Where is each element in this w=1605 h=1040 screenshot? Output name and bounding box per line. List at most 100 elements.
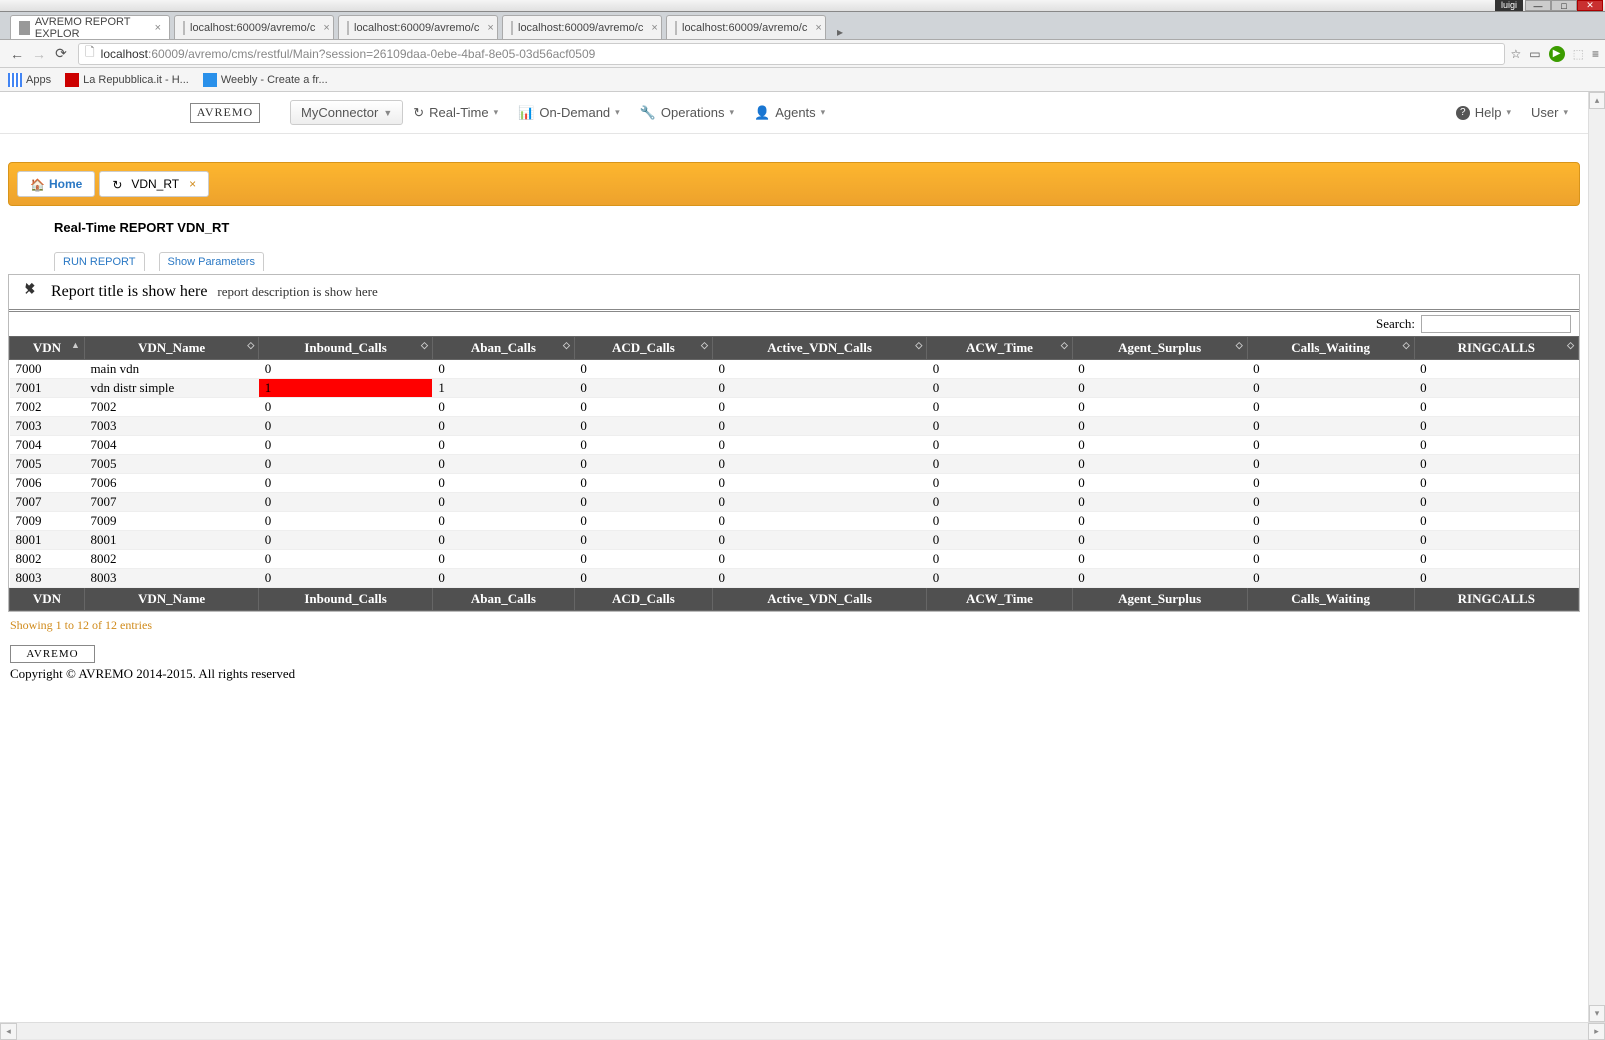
tab-close-icon[interactable]: × [323, 22, 329, 34]
favicon-icon [347, 21, 349, 35]
table-row[interactable]: 7009700900000000 [10, 512, 1579, 531]
wrench-icon: 🔧 [640, 105, 656, 121]
col-header[interactable]: Active_VDN_Calls◇ [712, 337, 926, 360]
table-cell: 0 [259, 512, 433, 531]
col-header[interactable]: ACD_Calls◇ [574, 337, 712, 360]
scroll-right-icon[interactable]: ▸ [1588, 1023, 1605, 1040]
table-cell: 0 [1247, 455, 1414, 474]
table-row[interactable]: 7003700300000000 [10, 417, 1579, 436]
cast-icon[interactable]: ▭ [1529, 47, 1540, 61]
table-cell: 7001 [10, 379, 85, 398]
browser-tab-title: localhost:60009/avremo/c [518, 22, 643, 34]
scroll-down-icon[interactable]: ▾ [1589, 1005, 1605, 1022]
tab-close-icon[interactable]: × [487, 22, 493, 34]
browser-tab[interactable]: AVREMO REPORT EXPLOR × [10, 15, 170, 39]
table-cell: 7005 [10, 455, 85, 474]
table-cell: 7004 [10, 436, 85, 455]
page-icon: 🗋 [85, 43, 95, 64]
back-button[interactable]: ← [6, 43, 28, 65]
table-cell: 0 [1247, 512, 1414, 531]
new-tab-button[interactable]: ▸ [830, 25, 850, 39]
scroll-left-icon[interactable]: ◂ [0, 1023, 17, 1040]
tab-close-icon[interactable]: × [155, 22, 161, 34]
tab-home[interactable]: 🏠 Home [17, 171, 95, 197]
table-row[interactable]: 7004700400000000 [10, 436, 1579, 455]
browser-tab[interactable]: localhost:60009/avremo/c × [338, 15, 498, 39]
reload-button[interactable]: ⟳ [50, 43, 72, 65]
menu-agents[interactable]: 👤 Agents ▾ [744, 101, 835, 125]
table-row[interactable]: 8001800100000000 [10, 531, 1579, 550]
forward-button[interactable]: → [28, 43, 50, 65]
table-row[interactable]: 8002800200000000 [10, 550, 1579, 569]
col-header[interactable]: Aban_Calls◇ [432, 337, 574, 360]
show-parameters-button[interactable]: Show Parameters [159, 252, 264, 271]
table-cell: 0 [927, 474, 1073, 493]
window-maximize-button[interactable]: □ [1551, 0, 1577, 11]
tab-close-icon[interactable]: × [815, 22, 821, 34]
table-cell: 0 [574, 398, 712, 417]
iefix-icon[interactable]: ▶ [1549, 46, 1565, 62]
run-report-button[interactable]: RUN REPORT [54, 252, 145, 271]
table-cell: 0 [432, 417, 574, 436]
extension-icon[interactable]: ⬚ [1573, 47, 1584, 61]
col-footer: Inbound_Calls [259, 588, 433, 611]
table-row[interactable]: 7001vdn distr simple11000000 [10, 379, 1579, 398]
browser-tab[interactable]: localhost:60009/avremo/c × [174, 15, 334, 39]
tab-close-icon[interactable]: × [189, 177, 196, 191]
horizontal-scrollbar[interactable]: ◂ ▸ [0, 1022, 1605, 1039]
col-footer: VDN [10, 588, 85, 611]
table-row[interactable]: 7007700700000000 [10, 493, 1579, 512]
menu-icon[interactable]: ≡ [1592, 47, 1599, 61]
table-cell: 0 [1072, 398, 1247, 417]
table-cell: 7004 [84, 436, 258, 455]
browser-tab[interactable]: localhost:60009/avremo/c × [502, 15, 662, 39]
table-cell: 0 [712, 569, 926, 588]
table-cell: 0 [574, 455, 712, 474]
col-header[interactable]: VDN_Name◇ [84, 337, 258, 360]
bookmark-repubblica[interactable]: La Repubblica.it - H... [65, 73, 189, 87]
table-cell: 0 [927, 569, 1073, 588]
table-cell: 0 [927, 360, 1073, 379]
favicon-icon [183, 21, 185, 35]
search-input[interactable] [1421, 315, 1571, 333]
tab-vdn-rt[interactable]: ↻ VDN_RT × [99, 171, 209, 197]
window-minimize-button[interactable]: — [1525, 0, 1551, 11]
table-row[interactable]: 7005700500000000 [10, 455, 1579, 474]
vertical-scrollbar[interactable]: ▴ ▾ [1588, 92, 1605, 1022]
sort-icon: ◇ [1061, 340, 1068, 351]
table-row[interactable]: 7002700200000000 [10, 398, 1579, 417]
connector-dropdown[interactable]: MyConnector▼ [290, 100, 403, 125]
table-cell: 0 [1072, 360, 1247, 379]
table-cell: 0 [432, 569, 574, 588]
address-bar[interactable]: 🗋 localhost:60009/avremo/cms/restful/Mai… [78, 43, 1505, 65]
table-cell: 0 [927, 398, 1073, 417]
scroll-up-icon[interactable]: ▴ [1589, 92, 1605, 109]
window-close-button[interactable]: ✕ [1577, 0, 1603, 11]
footer-logo: AVREMO [10, 645, 95, 663]
sort-icon: ◇ [421, 340, 428, 351]
bookmark-apps[interactable]: Apps [8, 73, 51, 87]
bookmark-weebly[interactable]: Weebly - Create a fr... [203, 73, 328, 87]
table-cell: 0 [1247, 531, 1414, 550]
col-header[interactable]: VDN▲ [10, 337, 85, 360]
col-header[interactable]: RINGCALLS◇ [1414, 337, 1578, 360]
menu-realtime[interactable]: ↻ Real-Time ▾ [403, 101, 508, 125]
table-cell: 1 [432, 379, 574, 398]
menu-operations[interactable]: 🔧 Operations ▾ [630, 101, 744, 125]
table-cell: 7002 [84, 398, 258, 417]
browser-tab[interactable]: localhost:60009/avremo/c × [666, 15, 826, 39]
menu-help[interactable]: ? Help ▾ [1446, 101, 1521, 124]
help-icon: ? [1456, 106, 1470, 120]
col-header[interactable]: Inbound_Calls◇ [259, 337, 433, 360]
menu-ondemand[interactable]: 📊 On-Demand ▾ [508, 101, 630, 125]
menu-user[interactable]: User ▾ [1521, 101, 1578, 124]
col-header[interactable]: Agent_Surplus◇ [1072, 337, 1247, 360]
table-row[interactable]: 8003800300000000 [10, 569, 1579, 588]
col-header[interactable]: Calls_Waiting◇ [1247, 337, 1414, 360]
tab-close-icon[interactable]: × [651, 22, 657, 34]
table-cell: 0 [1414, 417, 1578, 436]
table-row[interactable]: 7006700600000000 [10, 474, 1579, 493]
bookmark-star-icon[interactable]: ☆ [1511, 47, 1522, 61]
table-row[interactable]: 7000main vdn00000000 [10, 360, 1579, 379]
col-header[interactable]: ACW_Time◇ [927, 337, 1073, 360]
